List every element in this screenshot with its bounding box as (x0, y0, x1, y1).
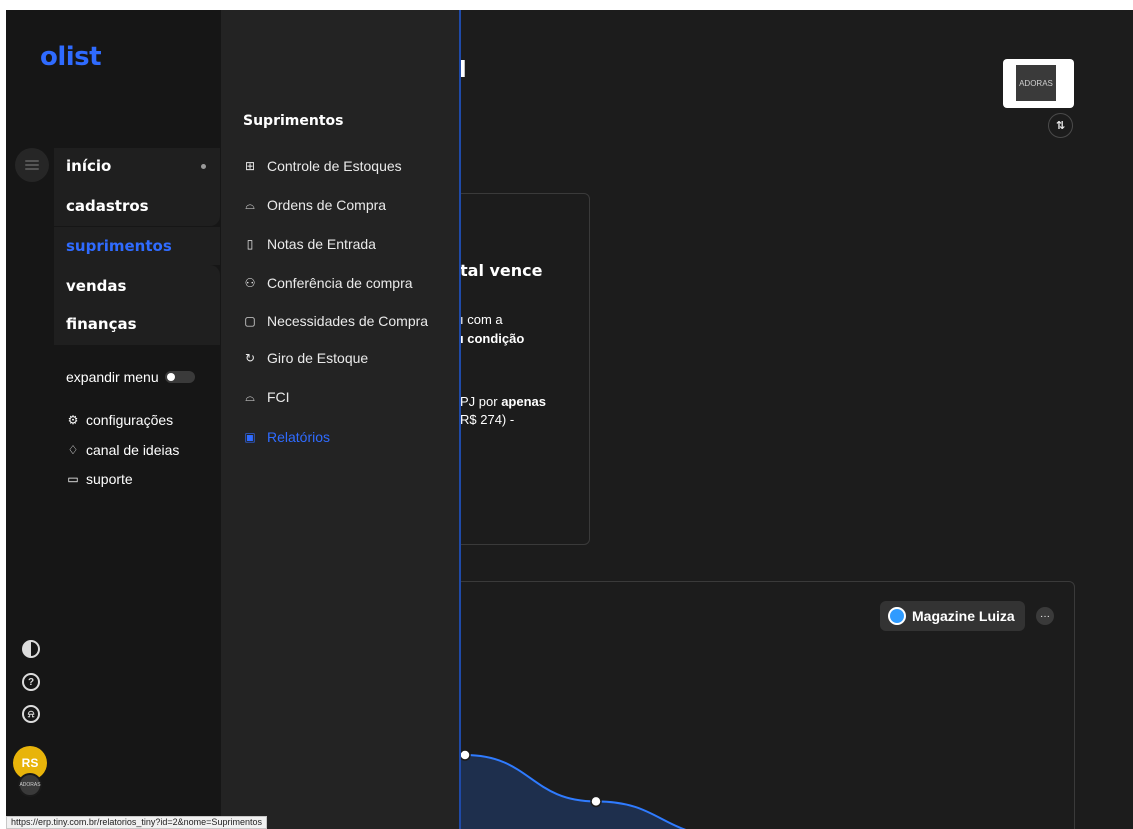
channel-selector-label: Magazine Luiza (912, 608, 1015, 624)
magazine-luiza-logo-icon (888, 607, 906, 625)
submenu-item-label: FCI (267, 389, 290, 405)
submenu-item-label: Relatórios (267, 429, 331, 445)
submenu-item-label: Controle de Estoques (267, 158, 402, 174)
store-logo-image: ADORAS (1016, 65, 1056, 101)
submenu-panel (221, 10, 459, 829)
submenu-item-necessidades-de-compra[interactable]: ▢ Necessidades de Compra (243, 313, 428, 329)
help-icon[interactable]: ? (22, 673, 40, 691)
nav-item-label: vendas (66, 277, 127, 295)
focus-indicator-line (459, 10, 461, 829)
nav-item-inicio[interactable]: início (54, 147, 220, 185)
submenu-item-conferencia-de-compra[interactable]: ⚇ Conferência de compra (243, 275, 413, 291)
notifications-bell-icon[interactable]: ⍾ (22, 705, 40, 723)
submenu-item-ordens-de-compra[interactable]: ⌓ Ordens de Compra (243, 197, 386, 213)
nav-item-label: início (66, 157, 112, 175)
promo-line3-text: PJ por (460, 394, 502, 409)
promo-line2: ı condição (460, 331, 525, 346)
submenu-item-label: Giro de Estoque (267, 350, 369, 366)
toggle-switch-icon[interactable] (164, 371, 195, 383)
expand-menu-toggle[interactable]: expandir menu (66, 369, 195, 385)
grid-icon: ⊞ (244, 159, 256, 173)
nav-canal-de-ideias[interactable]: ♢ canal de ideias (66, 442, 180, 458)
sales-area-chart (459, 749, 687, 829)
box-icon: ⌓ (245, 197, 255, 212)
chart-area (459, 755, 684, 829)
util-label: suporte (86, 471, 133, 487)
store-logo[interactable]: ADORAS (1003, 59, 1074, 108)
more-options-button[interactable]: ··· (1036, 607, 1054, 625)
submenu-item-giro-de-estoque[interactable]: ↻ Giro de Estoque (243, 350, 368, 366)
window-frame-top (0, 0, 1133, 10)
menu-toggle-button[interactable] (15, 148, 49, 182)
gear-icon: ⚙ (67, 413, 79, 427)
gift-icon: ⚇ (244, 276, 256, 290)
refresh-icon: ↻ (244, 351, 256, 365)
submenu-item-label: Conferência de compra (267, 275, 413, 291)
promo-card: tal vence ı com a ı condição PJ por apen… (450, 193, 590, 545)
nav-item-label: suprimentos (66, 237, 172, 255)
submenu-item-label: Notas de Entrada (267, 236, 376, 252)
report-icon: ▣ (244, 430, 256, 444)
expand-menu-label: expandir menu (66, 369, 159, 385)
promo-line4: R$ 274) - (460, 412, 515, 427)
nav-item-cadastros[interactable]: cadastros (54, 187, 220, 225)
filter-settings-button[interactable]: ⇅ (1048, 113, 1073, 138)
nav-item-financas[interactable]: finanças (54, 305, 220, 343)
nav-item-label: finanças (66, 315, 137, 333)
box-icon: ⌓ (245, 389, 255, 404)
chart-point[interactable] (459, 749, 471, 761)
util-label: configurações (86, 412, 174, 428)
clipboard-icon: ▢ (244, 314, 256, 328)
submenu-item-label: Ordens de Compra (267, 197, 387, 213)
promo-line1: ı com a (460, 312, 503, 327)
promo-headline: tal vence (460, 261, 543, 280)
nav-item-suprimentos[interactable]: suprimentos (54, 227, 220, 265)
nav-item-label: cadastros (66, 197, 149, 215)
chart-point[interactable] (590, 795, 602, 808)
theme-contrast-icon[interactable] (22, 640, 40, 658)
submenu-item-relatorios[interactable]: ▣ Relatórios (243, 429, 330, 445)
chat-icon: ▭ (67, 472, 79, 486)
lightbulb-icon: ♢ (67, 443, 79, 457)
nav-configuracoes[interactable]: ⚙ configurações (66, 412, 174, 428)
olist-logo[interactable]: olist (40, 42, 102, 72)
submenu-item-fci[interactable]: ⌓ FCI (243, 389, 290, 405)
status-url-bar: https://erp.tiny.com.br/relatorios_tiny?… (6, 816, 267, 829)
submenu-item-label: Necessidades de Compra (267, 313, 429, 329)
channel-selector[interactable]: Magazine Luiza (880, 601, 1025, 631)
nav-item-vendas[interactable]: vendas (54, 267, 220, 305)
document-icon: ▯ (246, 237, 254, 251)
current-indicator-icon (201, 164, 206, 169)
nav-suporte[interactable]: ▭ suporte (66, 471, 133, 487)
submenu-title: Suprimentos (243, 113, 344, 129)
util-label: canal de ideias (86, 442, 180, 458)
promo-line3: PJ por apenas (460, 394, 546, 409)
submenu-item-notas-de-entrada[interactable]: ▯ Notas de Entrada (243, 236, 376, 252)
promo-line3-bold: apenas (501, 394, 546, 409)
submenu-item-controle-de-estoques[interactable]: ⊞ Controle de Estoques (243, 158, 402, 174)
company-avatar[interactable]: ADORAS (18, 773, 42, 797)
hamburger-icon (25, 160, 39, 170)
